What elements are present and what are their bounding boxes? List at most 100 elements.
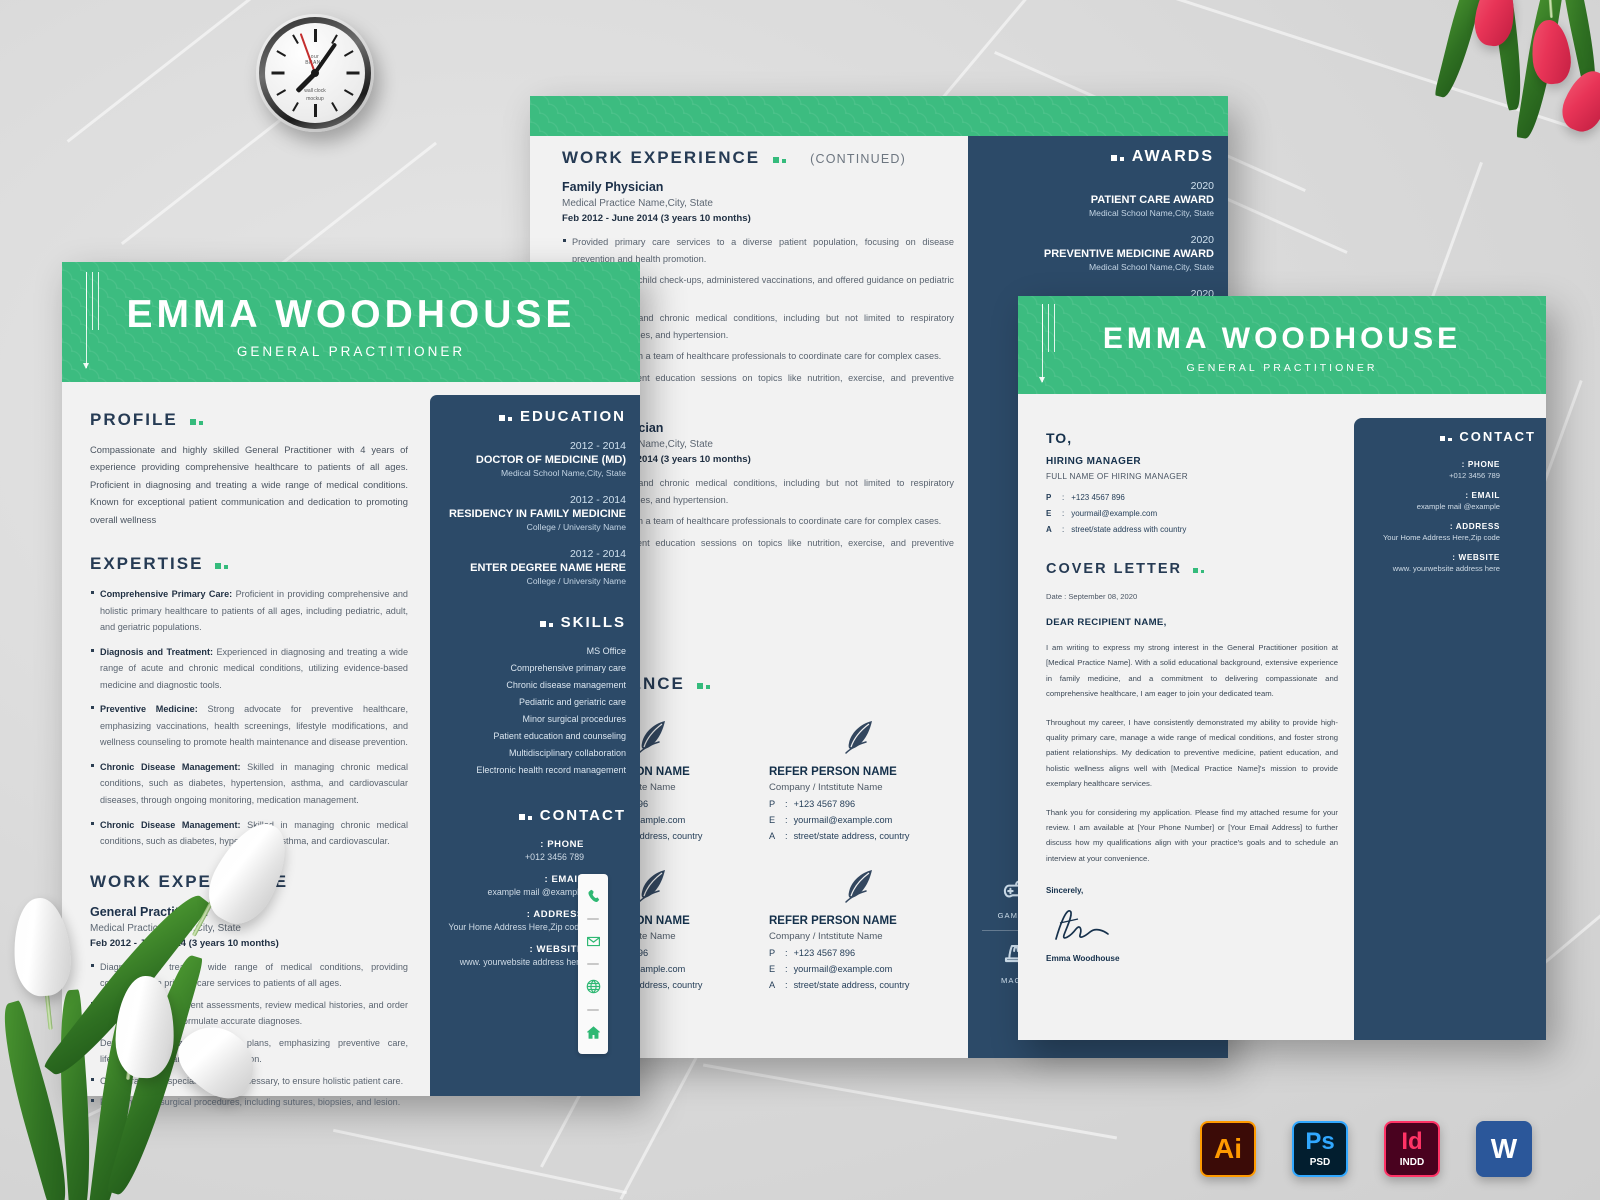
- work-bullet: Collaborate with specialists when necess…: [91, 1073, 408, 1090]
- contact-icon-cell[interactable]: [578, 1011, 608, 1055]
- work-heading: WORK EXPERIENCE: [90, 871, 289, 891]
- skill-item: Multidisciplinary collaboration: [508, 748, 626, 758]
- resume-page-1[interactable]: EMMA WOODHOUSE GENERAL PRACTITIONER PROF…: [62, 262, 640, 1107]
- award-year: 2020: [1190, 234, 1214, 246]
- feather-quill-icon: [844, 721, 872, 754]
- job-title: General Practitioner: [90, 904, 210, 919]
- award-org: Medical School Name,City, State: [1089, 208, 1214, 218]
- reference-row-key: A: [769, 980, 776, 990]
- education-year: 2012 - 2014: [569, 440, 626, 452]
- contact-label: : WEBSITE: [1452, 553, 1500, 562]
- reference-row-value: yourmail@example.com: [793, 964, 893, 974]
- reference-row-key: P: [769, 948, 776, 958]
- reference-row-colon: :: [785, 980, 788, 990]
- clock-subtext: wall clock mockup: [304, 88, 326, 102]
- cover-row-key: A: [1046, 525, 1052, 534]
- clock-face: our BRAND wall clock mockup: [265, 23, 365, 123]
- expertise-list: Comprehensive Primary Care: Proficient i…: [90, 586, 408, 850]
- contact-label: : EMAIL: [544, 874, 584, 885]
- reference-row-key: E: [769, 964, 776, 974]
- work-bullet: Perform minor surgical procedures, inclu…: [91, 1094, 408, 1111]
- cover-row-key: E: [1046, 509, 1052, 518]
- award-year: 2020: [1190, 180, 1214, 192]
- heading-squares-icon: [1440, 428, 1455, 445]
- reference-row-value: street/state address, country: [793, 831, 910, 841]
- education-year: 2012 - 2014: [569, 548, 626, 560]
- background-line: [66, 0, 274, 143]
- cover-recipient-name: FULL NAME OF HIRING MANAGER: [1046, 472, 1188, 481]
- contact-item: : WEBSITE www. yourwebsite address here: [444, 944, 584, 967]
- cover-row-key: P: [1046, 493, 1052, 502]
- education-school: Medical School Name,City, State: [501, 468, 626, 478]
- heading-squares-icon: [499, 408, 515, 425]
- heading-squares-icon: [187, 412, 203, 430]
- phone-icon: [587, 890, 599, 903]
- page2-header-band: [530, 96, 1228, 136]
- expertise-item: Diagnosis and Treatment: Experienced in …: [91, 644, 408, 694]
- expertise-heading: EXPERTISE: [90, 553, 204, 573]
- feather-quill-icon: [844, 870, 872, 903]
- contact-label: : EMAIL: [1465, 491, 1500, 500]
- page2-continued-label: (CONTINUED): [810, 152, 906, 166]
- cover-paragraphs: I am writing to express my strong intere…: [1046, 640, 1338, 866]
- awards-heading: AWARDS: [1131, 148, 1214, 165]
- contact-icon-cell[interactable]: [578, 965, 608, 1009]
- contact-label: : PHONE: [1461, 460, 1500, 469]
- skills-heading: SKILLS: [560, 614, 626, 631]
- contact-icon-cell[interactable]: [578, 874, 608, 918]
- education-degree: RESIDENCY IN FAMILY MEDICINE: [448, 508, 626, 520]
- reference-name: REFER PERSON NAME: [769, 915, 897, 927]
- clock-tick: [313, 29, 317, 42]
- cover-signer: Emma Woodhouse: [1046, 954, 1120, 964]
- skill-item: Comprehensive primary care: [510, 663, 626, 673]
- cover-paragraph: I am writing to express my strong intere…: [1046, 643, 1338, 699]
- skills-list: MS Office Comprehensive primary care Chron…: [444, 646, 626, 775]
- heading-squares-icon: [694, 676, 710, 694]
- globe-icon: [586, 979, 600, 994]
- reference-row-value: yourmail@example.com: [793, 815, 893, 825]
- reference-row-colon: :: [785, 831, 788, 841]
- page3-name: EMMA WOODHOUSE: [1102, 322, 1462, 355]
- background-line: [702, 1063, 1118, 1140]
- expertise-item-title: Preventive Medicine:: [100, 704, 198, 715]
- contact-item: : ADDRESS Your Home Address Here,Zip code: [1366, 522, 1500, 542]
- award-title: PREVENTIVE MEDICINE AWARD: [1043, 248, 1214, 260]
- contact-item: : PHONE +012 3456 789: [444, 839, 584, 862]
- file-format-badges: Ai Ps PSD Id INDD W: [1200, 1118, 1540, 1180]
- award-title: PATIENT CARE AWARD: [1090, 194, 1214, 206]
- feather-quill-icon: [637, 870, 665, 903]
- cover-contact-list: : PHONE +012 3456 789: EMAIL example mail …: [1366, 460, 1536, 573]
- heading-squares-icon: [519, 807, 535, 824]
- contact-label: : PHONE: [540, 839, 584, 850]
- reference-row-colon: :: [785, 948, 788, 958]
- education-school: College / University Name: [526, 576, 626, 586]
- contact-item: : PHONE +012 3456 789: [1366, 460, 1500, 480]
- award-item: 2020 PREVENTIVE MEDICINE AWARD Medical Sch…: [982, 234, 1214, 272]
- heading-squares-icon: [540, 614, 556, 631]
- clock-tick: [292, 101, 299, 112]
- feather-quill-icon: [637, 721, 665, 754]
- cover-row-colon: :: [1062, 525, 1065, 534]
- cover-row-colon: :: [1062, 493, 1065, 502]
- award-org: Medical School Name,City, State: [1089, 262, 1214, 272]
- reference-company: Company / Intstitute Name: [769, 931, 883, 942]
- contact-item: : EMAIL example mail @example: [444, 874, 584, 897]
- clock-center-pin: [311, 69, 319, 77]
- reference-row-key: A: [769, 831, 776, 841]
- signature-icon: [1055, 910, 1109, 941]
- illustrator-badge: Ai: [1200, 1121, 1256, 1177]
- cover-letter-page[interactable]: EMMA WOODHOUSE GENERAL PRACTITIONER TO, …: [1018, 296, 1546, 1040]
- cover-salutation: DEAR RECIPIENT NAME,: [1046, 617, 1167, 628]
- contact-value: +012 3456 789: [1449, 471, 1500, 480]
- contact-value: Your Home Address Here,Zip code: [1382, 533, 1500, 542]
- expertise-item-title: Diagnosis and Treatment:: [100, 646, 214, 657]
- cover-contact-row: P: +123 4567 896: [1046, 493, 1338, 502]
- contact-heading: CONTACT: [539, 807, 626, 824]
- clock-tick: [346, 71, 359, 75]
- reference-row-colon: :: [785, 799, 788, 809]
- cover-recipient-title: HIRING MANAGER: [1046, 456, 1142, 467]
- award-item: 2020 PATIENT CARE AWARD Medical School Nam…: [982, 180, 1214, 218]
- contact-icon-cell[interactable]: [578, 920, 608, 964]
- red-tulips: [1400, 0, 1600, 210]
- badge-abbr: Ps: [1305, 1128, 1335, 1155]
